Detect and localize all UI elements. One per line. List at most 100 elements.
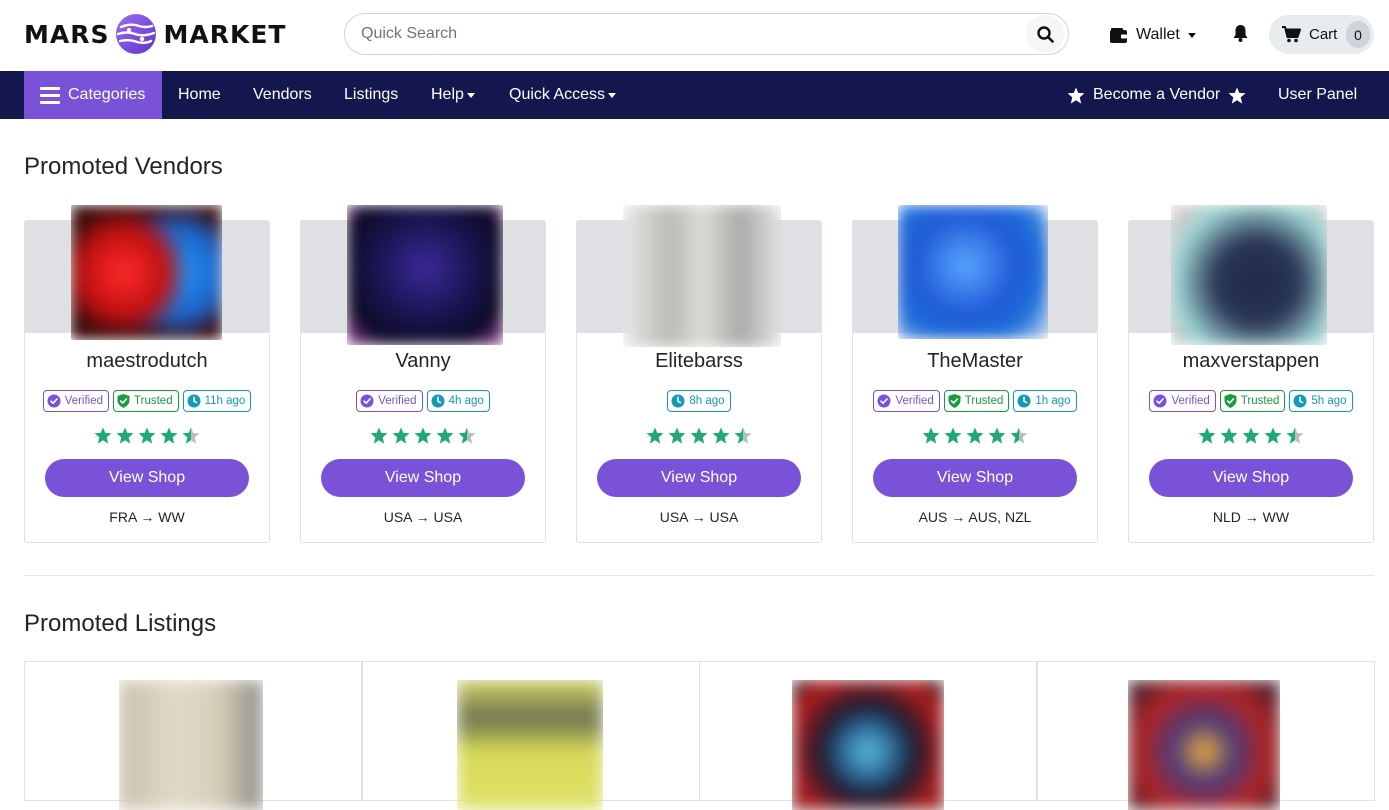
shipping-route: AUS → AUS, NZL [918, 509, 1032, 525]
last-seen-label: 11h ago [204, 395, 246, 407]
vendor-rating [25, 427, 269, 444]
shield-check-icon [948, 394, 961, 408]
logo-word-left: MARS [24, 19, 110, 49]
last-seen-label: 5h ago [1311, 395, 1347, 407]
vendor-name[interactable]: Elitebarss [577, 350, 821, 373]
vendor-name[interactable]: maestrodutch [25, 350, 269, 373]
vendor-name[interactable]: maxverstappen [1129, 350, 1373, 373]
star-icon [414, 427, 432, 444]
listing-card[interactable] [1037, 661, 1375, 810]
vendor-badges: Verified Trusted 11h ago [25, 390, 269, 412]
star-half-icon [1286, 427, 1304, 444]
star-icon [1067, 86, 1085, 104]
star-icon [1228, 86, 1246, 104]
vendor-rating [577, 427, 821, 444]
vendor-avatar[interactable] [623, 205, 781, 347]
verified-badge-label: Verified [64, 395, 104, 407]
categories-button[interactable]: Categories [24, 71, 162, 119]
star-icon [966, 427, 984, 444]
star-icon [1198, 427, 1216, 444]
chevron-down-icon [608, 92, 617, 98]
star-icon [988, 427, 1006, 444]
search-input[interactable] [345, 14, 1026, 54]
star-icon [1220, 427, 1238, 444]
vendor-avatar[interactable] [898, 205, 1048, 339]
vendor-card[interactable]: Vanny Verified 4h ago View Shop USA → USA [300, 205, 546, 543]
cart-button[interactable]: Cart 0 [1269, 15, 1374, 54]
view-shop-button[interactable]: View Shop [321, 459, 525, 497]
vendor-rating [1129, 427, 1373, 444]
star-half-icon [1010, 427, 1028, 444]
star-icon [160, 427, 178, 444]
shipping-route: USA → USA [659, 509, 739, 525]
nav-vendors[interactable]: Vendors [253, 71, 312, 119]
vendor-avatar[interactable] [71, 205, 222, 340]
listing-card[interactable] [362, 661, 700, 810]
search-button[interactable] [1026, 15, 1064, 53]
last-seen-badge: 5h ago [1289, 390, 1353, 412]
vendor-badges: 8h ago [577, 390, 821, 412]
vendor-badges: Verified Trusted 1h ago [853, 390, 1097, 412]
vendor-card[interactable]: maestrodutch Verified Trusted 11h ago View S… [24, 205, 270, 543]
star-half-icon [458, 427, 476, 444]
cart-label: Cart [1309, 26, 1338, 43]
vendor-name[interactable]: Vanny [301, 350, 545, 373]
trusted-badge-label: Trusted [134, 395, 173, 407]
star-icon [1242, 427, 1260, 444]
view-shop-button[interactable]: View Shop [597, 459, 801, 497]
trusted-badge: Trusted [1219, 390, 1286, 412]
listing-card[interactable] [24, 661, 362, 810]
verified-badge: Verified [873, 390, 940, 412]
vendor-avatar[interactable] [347, 205, 503, 345]
star-icon [138, 427, 156, 444]
become-vendor-link[interactable]: Become a Vendor [1067, 71, 1246, 119]
verified-icon [1153, 394, 1167, 408]
verified-badge-label: Verified [1171, 395, 1210, 407]
wallet-dropdown[interactable]: Wallet [1110, 23, 1196, 47]
chevron-down-icon [466, 92, 475, 98]
promoted-vendors-title: Promoted Vendors [24, 153, 223, 180]
wallet-icon [1110, 27, 1127, 43]
main-navbar: Categories Home Vendors Listings Help Qu… [0, 71, 1389, 119]
star-icon [922, 427, 940, 444]
view-shop-button[interactable]: View Shop [873, 459, 1077, 497]
vendor-card[interactable]: Elitebarss 8h ago View Shop USA → USA [576, 205, 822, 543]
view-shop-button[interactable]: View Shop [45, 459, 249, 497]
vendor-badges: Verified 4h ago [301, 390, 545, 412]
vendor-name[interactable]: TheMaster [853, 350, 1097, 373]
site-logo[interactable]: MARS MARKET [24, 12, 286, 56]
become-vendor-label: Become a Vendor [1093, 86, 1221, 103]
trusted-badge-label: Trusted [1240, 395, 1280, 407]
star-icon [370, 427, 388, 444]
chevron-down-icon [1187, 32, 1196, 38]
star-icon [392, 427, 410, 444]
star-icon [436, 427, 454, 444]
shield-check-icon [1224, 394, 1237, 408]
last-seen-badge: 8h ago [667, 390, 731, 412]
view-shop-button[interactable]: View Shop [1149, 459, 1353, 497]
vendor-card[interactable]: TheMaster Verified Trusted 1h ago View Shop A… [852, 205, 1098, 543]
notifications-button[interactable] [1233, 25, 1248, 47]
star-icon [668, 427, 686, 444]
user-panel-link[interactable]: User Panel [1278, 71, 1357, 119]
verified-icon [47, 394, 61, 408]
verified-badge: Verified [356, 390, 423, 412]
nav-listings[interactable]: Listings [344, 71, 398, 119]
verified-icon [877, 394, 891, 408]
nav-home[interactable]: Home [178, 71, 221, 119]
shield-check-icon [117, 394, 130, 408]
clock-icon [187, 394, 201, 408]
vendor-card[interactable]: maxverstappen Verified Trusted 5h ago View S… [1128, 205, 1374, 543]
star-half-icon [182, 427, 200, 444]
nav-quick-access-label: Quick Access [509, 86, 606, 103]
nav-help[interactable]: Help [431, 71, 475, 119]
verified-badge-label: Verified [895, 395, 934, 407]
vendor-avatar[interactable] [1171, 205, 1327, 345]
listing-card[interactable] [699, 661, 1037, 810]
trusted-badge-label: Trusted [964, 395, 1004, 407]
nav-quick-access[interactable]: Quick Access [509, 71, 617, 119]
search-icon [1036, 25, 1054, 43]
verified-badge: Verified [42, 390, 110, 412]
star-icon [690, 427, 708, 444]
vendor-badges: Verified Trusted 5h ago [1129, 390, 1373, 412]
